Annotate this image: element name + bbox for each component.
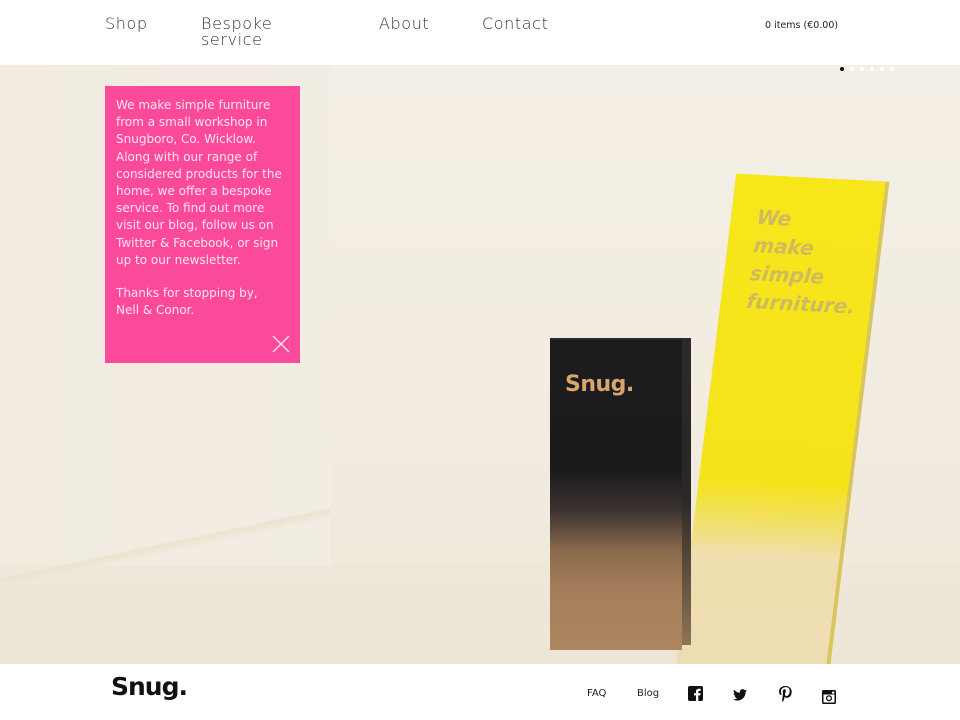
product-black-block: Snug. [550, 340, 682, 650]
twitter-icon[interactable] [733, 686, 749, 702]
site-header: Shop Bespoke service About Contact 0 ite… [0, 0, 960, 65]
signoff-names: Nell & Conor. [116, 303, 195, 318]
close-icon[interactable] [272, 335, 290, 353]
cart-summary-link[interactable]: 0 items (€0.00) [765, 20, 838, 31]
footer-link-faq[interactable]: FAQ [587, 688, 606, 699]
board-slogan-line: furniture. [745, 288, 857, 319]
slider-dot[interactable] [890, 67, 894, 71]
slider-dot[interactable] [840, 67, 844, 71]
slider-dot[interactable] [850, 67, 854, 71]
footer-link-blog[interactable]: Blog [637, 688, 659, 699]
nav-bespoke-service[interactable]: Bespoke service [201, 16, 291, 48]
facebook-icon[interactable] [688, 686, 704, 702]
slider-pagination [840, 67, 894, 71]
nav-contact[interactable]: Contact [482, 16, 548, 32]
pinterest-icon[interactable] [778, 686, 794, 702]
signoff-line: Thanks for stopping by, [116, 286, 258, 301]
slider-dot[interactable] [880, 67, 884, 71]
slider-dot[interactable] [860, 67, 864, 71]
nav-about[interactable]: About [379, 16, 429, 32]
nav-shop[interactable]: Shop [105, 16, 148, 32]
product-block-side [682, 345, 691, 645]
signoff-text: Thanks for stopping by, Nell & Conor. [116, 285, 289, 319]
hero-slideshow: We make simple furniture. Snug. We make … [0, 65, 960, 664]
hero-floor-edge [0, 505, 330, 585]
slider-dot[interactable] [870, 67, 874, 71]
board-slogan: We make simple furniture. [745, 203, 867, 321]
footer-logo[interactable]: Snug. [111, 672, 188, 701]
instagram-icon[interactable] [822, 689, 838, 705]
intro-text: We make simple furniture from a small wo… [116, 98, 282, 267]
intro-message-box: We make simple furniture from a small wo… [105, 86, 300, 363]
block-logo: Snug. [565, 372, 634, 397]
site-footer: Snug. FAQ Blog [0, 664, 960, 720]
